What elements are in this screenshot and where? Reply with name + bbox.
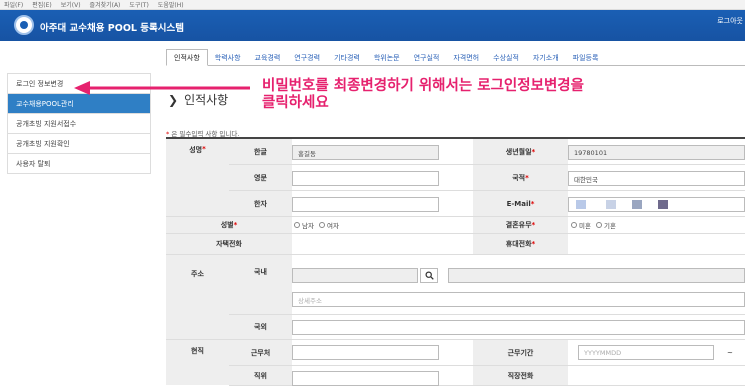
tab-file-upload[interactable]: 파일등록: [566, 49, 606, 66]
email-mask-2: [606, 200, 616, 209]
email-mask-4: [658, 200, 668, 209]
email-label: E-Mail *: [473, 191, 568, 216]
overseas-label: 국외: [229, 315, 292, 339]
married-no-radio[interactable]: 미혼: [571, 220, 591, 230]
married-options: 미혼 기혼: [568, 217, 745, 233]
logout-link[interactable]: 로그아웃: [717, 16, 743, 26]
period-label: 근무기간: [473, 340, 568, 365]
tab-licenses[interactable]: 자격면허: [446, 49, 486, 66]
sidebar-item-apply-check[interactable]: 공개초빙 지원확인: [8, 134, 150, 154]
nation-field[interactable]: 대한민국: [568, 171, 745, 186]
tab-teaching-career[interactable]: 교육경력: [248, 49, 288, 66]
sidebar-item-withdraw[interactable]: 사용자 탈퇴: [8, 154, 150, 174]
row-hanja-name: 한자 E-Mail *: [229, 191, 745, 217]
site-title: 아주대 교수채용 POOL 등록시스템: [40, 23, 184, 34]
chevron-right-icon: ❯: [168, 92, 179, 107]
current-job-group-label: 현직: [166, 340, 229, 385]
email-mask-1: [576, 200, 586, 209]
row-phone: 자택전화 휴대전화 *: [166, 234, 745, 255]
row-address-domestic: 국내 상세주소: [229, 255, 745, 315]
tab-awards[interactable]: 수상실적: [486, 49, 526, 66]
gender-options: 남자 여자: [292, 217, 472, 233]
zipcode-field[interactable]: [292, 268, 418, 283]
search-icon: [425, 271, 434, 280]
hanja-name-label: 한자: [229, 191, 292, 216]
address-main-field[interactable]: [448, 268, 745, 283]
university-logo-icon[interactable]: [14, 15, 34, 35]
gender-female-radio[interactable]: 여자: [318, 220, 339, 230]
hanja-name-field[interactable]: [292, 197, 439, 212]
menu-help[interactable]: 도움말(H): [158, 0, 184, 9]
tab-research-output[interactable]: 연구실적: [407, 49, 447, 66]
married-label: 결혼유무 *: [473, 217, 568, 233]
korean-name-label: 한글: [229, 139, 292, 164]
address-detail-field[interactable]: 상세주소: [292, 292, 745, 307]
tab-personal-info[interactable]: 인적사항: [166, 49, 208, 66]
address-search-button[interactable]: [420, 268, 438, 283]
row-address-overseas: 국외: [229, 315, 745, 340]
korean-name-field[interactable]: 홍길동: [292, 145, 439, 160]
tab-thesis[interactable]: 학위논문: [367, 49, 407, 66]
gender-label: 성별 *: [166, 217, 292, 233]
address-group-label: 주소: [166, 255, 229, 340]
tab-education[interactable]: 학력사항: [208, 49, 248, 66]
row-korean-name: 한글 홍길동 생년월일 * 19780101: [229, 139, 745, 165]
name-group-label: 성명 *: [166, 139, 229, 217]
row-english-name: 영문 국적 * 대한민국: [229, 165, 745, 191]
overseas-address-field[interactable]: [292, 320, 745, 335]
home-phone-label: 자택전화: [166, 234, 292, 254]
section-tabs: 인적사항 학력사항 교육경력 연구경력 기타경력 학위논문 연구실적 자격면허 …: [166, 49, 745, 66]
english-name-label: 영문: [229, 165, 292, 190]
menu-file[interactable]: 파일(F): [4, 0, 23, 9]
workplace-field[interactable]: [292, 345, 439, 360]
workplace-label: 근무처: [229, 340, 292, 365]
page-title-text: 인적사항: [184, 93, 229, 107]
email-field[interactable]: [568, 197, 745, 212]
page-title: ❯ 인적사항: [168, 91, 228, 108]
period-separator: ~: [727, 348, 733, 357]
annotation-line-1: 비밀번호를 최종변경하기 위해서는 로그인정보변경을: [262, 78, 584, 94]
position-label: 직위: [229, 366, 292, 385]
gender-male-radio[interactable]: 남자: [294, 220, 314, 230]
menu-favorites[interactable]: 즐겨찾기(A): [90, 0, 121, 9]
menu-view[interactable]: 보기(V): [61, 0, 81, 9]
annotation-text: 비밀번호를 최종변경하기 위해서는 로그인정보변경을 클릭하세요: [262, 78, 584, 112]
annotation-line-2: 클릭하세요: [262, 95, 329, 111]
browser-menubar: 파일(F) 편집(E) 보기(V) 즐겨찾기(A) 도구(T) 도움말(H): [0, 0, 745, 10]
english-name-field[interactable]: [292, 171, 439, 186]
email-mask-3: [632, 200, 642, 209]
tab-self-intro[interactable]: 자기소개: [526, 49, 566, 66]
birth-label: 생년월일 *: [473, 139, 568, 164]
birth-field[interactable]: 19780101: [568, 145, 745, 160]
row-position: 직위 직장전화: [229, 366, 745, 386]
menu-edit[interactable]: 편집(E): [32, 0, 52, 9]
tab-research-career[interactable]: 연구경력: [287, 49, 327, 66]
tab-other-career[interactable]: 기타경력: [327, 49, 367, 66]
personal-info-form: 성명 * 한글 홍길동 생년월일 * 19780101 영문 국적 * 대한민국 한자…: [166, 137, 745, 386]
sidebar-item-apply[interactable]: 공개초빙 지원서접수: [8, 114, 150, 134]
mobile-label: 휴대전화 *: [473, 234, 568, 254]
period-start-field[interactable]: YYYYMMDD: [578, 345, 714, 360]
work-phone-label: 직장전화: [473, 366, 568, 385]
nation-label: 국적 *: [473, 165, 568, 190]
domestic-label: 국내: [229, 255, 292, 314]
married-yes-radio[interactable]: 기혼: [595, 220, 616, 230]
sidebar-item-pool-manage[interactable]: 교수채용POOL관리: [8, 94, 150, 114]
menu-tools[interactable]: 도구(T): [129, 0, 148, 9]
row-gender: 성별 * 남자 여자 결혼유무 * 미혼 기혼: [166, 217, 745, 234]
site-header: 아주대 교수채용 POOL 등록시스템 로그아웃: [0, 10, 745, 41]
row-workplace: 근무처 근무기간 YYYYMMDD ~: [229, 340, 745, 366]
